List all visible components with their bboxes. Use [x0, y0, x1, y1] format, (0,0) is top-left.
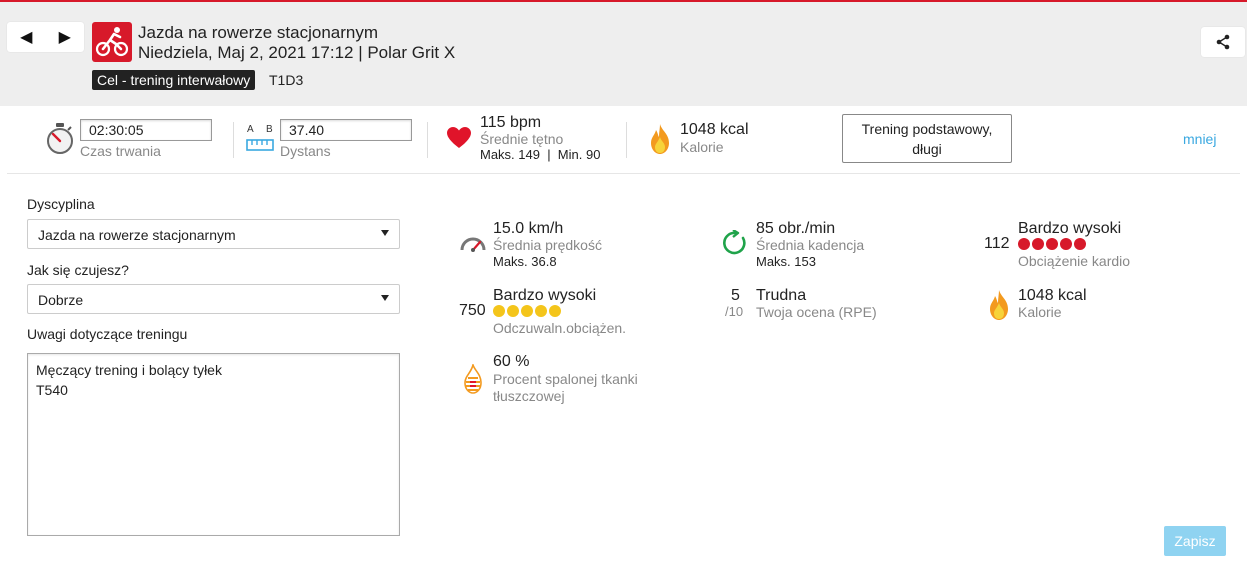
goal-badge: Cel - trening interwałowy: [92, 70, 256, 90]
speed-value: 15.0 km/h: [493, 220, 564, 237]
distance-label: Dystans: [280, 143, 331, 159]
cardio-load-dots: [1018, 238, 1086, 250]
heart-rate-minmax: Maks. 149 | Min. 90: [480, 147, 601, 162]
rpe-value: Trudna: [756, 287, 807, 304]
cycling-sport-icon: [92, 22, 132, 62]
summary-row: Czas trwania A B Dystans 115 bpm Średnie…: [7, 106, 1240, 174]
rating-dot: [507, 305, 519, 317]
summary-calories-label: Kalorie: [680, 139, 724, 155]
speed-label: Średnia prędkość: [493, 237, 602, 253]
fat-burn-label-line1: Procent spalonej tkanki: [493, 371, 638, 387]
rating-dot: [549, 305, 561, 317]
training-type-line2: długi: [912, 141, 942, 157]
perceived-load-number: 750: [459, 302, 486, 319]
heart-rate-value: 115 bpm: [480, 114, 542, 131]
divider: [233, 122, 234, 158]
distance-a-label: A: [247, 124, 254, 135]
heart-icon: [447, 127, 471, 148]
rpe-number: 5: [731, 287, 740, 304]
discipline-select[interactable]: Jazda na rowerze stacjonarnym: [27, 219, 400, 249]
date-device-line: Niedziela, Maj 2, 2021 17:12 | Polar Gri…: [138, 43, 456, 62]
rating-dot: [535, 305, 547, 317]
fat-burn-icon: [464, 364, 482, 394]
rating-dot: [521, 305, 533, 317]
rating-dot: [1060, 238, 1072, 250]
divider: [427, 122, 428, 158]
duration-input[interactable]: [80, 119, 212, 141]
summary-calories-value: 1048 kcal: [680, 121, 749, 138]
distance-input[interactable]: [280, 119, 412, 141]
speedometer-icon: [460, 237, 486, 252]
caret-down-icon: [381, 230, 389, 236]
stopwatch-icon: [47, 123, 73, 154]
rating-dot: [1018, 238, 1030, 250]
share-button[interactable]: [1201, 27, 1245, 57]
discipline-label: Dyscyplina: [27, 196, 95, 212]
divider: [626, 122, 627, 158]
feeling-selected-value: Dobrze: [38, 292, 84, 308]
training-type-line1: Trening podstawowy,: [861, 121, 993, 137]
perceived-load-dots: [493, 305, 561, 317]
rpe-label: Twoja ocena (RPE): [756, 304, 877, 320]
rpe-denominator: /10: [725, 304, 744, 319]
training-type-button[interactable]: Trening podstawowy, długi: [842, 114, 1012, 163]
feeling-label: Jak się czujesz?: [27, 262, 129, 278]
save-button[interactable]: Zapisz: [1164, 526, 1226, 556]
duration-label: Czas trwania: [80, 143, 161, 159]
discipline-selected-value: Jazda na rowerze stacjonarnym: [38, 227, 236, 243]
next-arrow-icon[interactable]: ▶: [59, 27, 71, 47]
calories-label: Kalorie: [1018, 304, 1062, 320]
cardio-load-label: Obciążenie kardio: [1018, 253, 1131, 269]
notes-textarea[interactable]: Męczący trening i bolący tyłek T540: [27, 353, 400, 536]
less-link[interactable]: mniej: [1183, 131, 1216, 147]
cardio-load-number: 112: [984, 235, 1010, 252]
activity-header: ◀ ▶ Jazda na rowerze stacjonarnym Niedzi…: [0, 0, 1247, 106]
rating-dot: [1074, 238, 1086, 250]
heart-rate-label: Średnie tętno: [480, 131, 564, 147]
fat-burn-value: 60 %: [493, 353, 530, 370]
calories-value: 1048 kcal: [1018, 287, 1087, 304]
speed-max: Maks. 36.8: [493, 254, 557, 269]
rating-dot: [1032, 238, 1044, 250]
cadence-value: 85 obr./min: [756, 220, 836, 237]
flame-icon: [990, 290, 1008, 320]
goal-code: T1D3: [269, 72, 304, 88]
sport-title: Jazda na rowerze stacjonarnym: [138, 23, 379, 42]
prev-arrow-icon[interactable]: ◀: [20, 27, 32, 47]
prev-next-nav: ◀ ▶: [7, 22, 84, 52]
perceived-load-label: Odczuwaln.obciążen.: [493, 320, 627, 336]
ruler-icon: [246, 139, 274, 151]
flame-icon: [651, 124, 669, 154]
feeling-select[interactable]: Dobrze: [27, 284, 400, 314]
cardio-load-value: Bardzo wysoki: [1018, 220, 1122, 237]
cadence-icon: [723, 230, 746, 255]
perceived-load-value: Bardzo wysoki: [493, 287, 597, 304]
cadence-label: Średnia kadencja: [756, 237, 865, 253]
cadence-max: Maks. 153: [756, 254, 816, 269]
rating-dot: [493, 305, 505, 317]
caret-down-icon: [381, 295, 389, 301]
distance-b-label: B: [266, 124, 273, 135]
notes-label: Uwagi dotyczące treningu: [27, 326, 188, 342]
fat-burn-label-line2: tłuszczowej: [493, 388, 565, 404]
rating-dot: [1046, 238, 1058, 250]
share-icon: [1216, 34, 1230, 50]
